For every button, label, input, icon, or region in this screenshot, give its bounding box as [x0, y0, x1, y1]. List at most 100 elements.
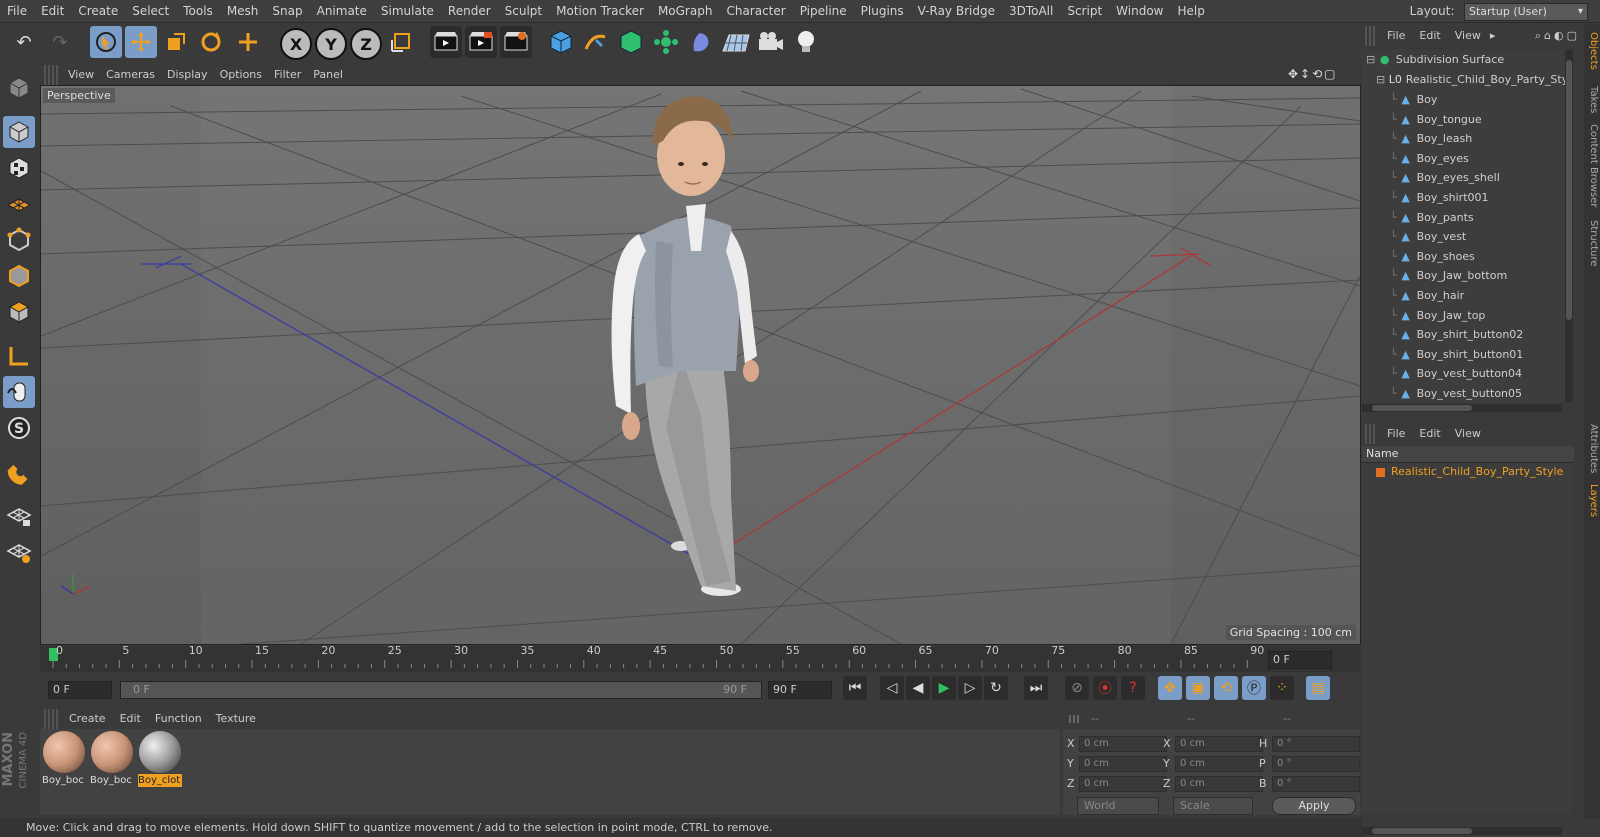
axis-mode-icon[interactable] — [3, 340, 35, 372]
tree-item-object[interactable]: └ ▲ Boy_eyes — [1390, 149, 1469, 169]
snap-mode-icon[interactable]: S — [3, 412, 35, 444]
size-z-field[interactable]: 0 cm — [1175, 776, 1263, 792]
tab-objects[interactable]: Objects — [1585, 32, 1599, 70]
model-mode-icon[interactable] — [3, 116, 35, 148]
tree-item-object[interactable]: └ ▲ Boy — [1390, 90, 1437, 110]
object-menu-file[interactable]: File — [1380, 26, 1412, 46]
end-frame-field[interactable]: 90 F — [768, 681, 832, 699]
rotation-p-field[interactable]: 0 ° — [1272, 756, 1360, 772]
menu-vray-bridge[interactable]: V-Ray Bridge — [911, 0, 1002, 22]
tweak-mode-icon[interactable] — [3, 376, 35, 408]
menu-3dtoall[interactable]: 3DToAll — [1002, 0, 1060, 22]
x-axis-lock[interactable]: X — [280, 28, 312, 60]
redo-icon[interactable]: ↷ — [44, 26, 76, 58]
object-tree-scrollbar[interactable] — [1565, 50, 1573, 402]
tree-item-group[interactable]: ⊟ L0 Realistic_Child_Boy_Party_Style — [1376, 70, 1565, 90]
menu-character[interactable]: Character — [719, 0, 792, 22]
tree-item-object[interactable]: └ ▲ Boy_Jaw_bottom — [1390, 266, 1507, 286]
menu-edit[interactable]: Edit — [34, 0, 71, 22]
scale-icon[interactable] — [160, 26, 192, 58]
size-x-field[interactable]: 0 cm — [1175, 736, 1263, 752]
go-to-end-icon[interactable]: ⏭ — [1024, 676, 1048, 700]
material-swatch[interactable]: Boy_boc — [90, 731, 134, 789]
workplane-mode-icon[interactable] — [3, 188, 35, 220]
position-x-field[interactable]: 0 cm — [1079, 736, 1167, 752]
tree-item-object[interactable]: └ ▲ Boy_shirt_button02 — [1390, 325, 1523, 345]
polygons-mode-icon[interactable] — [3, 296, 35, 328]
tree-item-object[interactable]: └ ▲ Boy_Jaw_top — [1390, 306, 1485, 326]
size-y-field[interactable]: 0 cm — [1175, 756, 1263, 772]
material-menu-edit[interactable]: Edit — [113, 709, 148, 729]
render-picture-viewer-icon[interactable] — [465, 26, 497, 58]
panel-drag-handle[interactable] — [44, 709, 58, 729]
render-view-icon[interactable] — [430, 26, 462, 58]
material-menu-function[interactable]: Function — [148, 709, 209, 729]
viewport-menu-cameras[interactable]: Cameras — [100, 65, 161, 85]
play-forward-icon[interactable]: ▶ — [932, 676, 956, 700]
tree-item-subdivision-surface[interactable]: ⊟ ● Subdivision Surface — [1366, 50, 1504, 70]
timeline-window-icon[interactable]: ▤ — [1306, 676, 1330, 700]
points-mode-icon[interactable] — [3, 224, 35, 256]
current-frame-field[interactable]: 0 F — [1268, 651, 1332, 669]
menu-animate[interactable]: Animate — [310, 0, 374, 22]
key-scale-icon[interactable]: ▣ — [1186, 676, 1210, 700]
record-key-icon[interactable]: ⦿ — [1093, 676, 1117, 700]
workplane-lock-icon[interactable] — [3, 500, 35, 532]
menu-more-arrow-icon[interactable]: ▸ — [1490, 26, 1496, 46]
key-position-icon[interactable]: ✥ — [1158, 676, 1182, 700]
position-y-field[interactable]: 0 cm — [1079, 756, 1167, 772]
edges-mode-icon[interactable] — [3, 260, 35, 292]
z-axis-lock[interactable]: Z — [350, 28, 382, 60]
tree-item-object[interactable]: └ ▲ Boy_pants — [1390, 208, 1474, 228]
menu-simulate[interactable]: Simulate — [374, 0, 441, 22]
panel-drag-handle[interactable] — [1365, 424, 1377, 444]
make-editable-icon[interactable] — [3, 72, 35, 104]
next-key-icon[interactable]: ↻ — [984, 676, 1008, 700]
viewport-camera-label[interactable]: Perspective — [43, 88, 115, 103]
cube-object-icon[interactable] — [545, 26, 577, 58]
perspective-viewport[interactable]: Perspective Grid Spacing : 100 cm — [40, 85, 1361, 645]
coordinate-system-icon[interactable] — [385, 26, 417, 58]
material-swatch[interactable]: Boy_boc — [42, 731, 86, 789]
previous-frame-icon[interactable]: ◀ — [906, 676, 930, 700]
rotation-b-field[interactable]: 0 ° — [1272, 776, 1360, 792]
menu-help[interactable]: Help — [1170, 0, 1211, 22]
enable-snap-icon[interactable] — [3, 456, 35, 488]
previous-key-icon[interactable]: ◁ — [880, 676, 904, 700]
tree-item-object[interactable]: └ ▲ Boy_vest_button05 — [1390, 384, 1522, 402]
auto-key-icon[interactable]: ? — [1121, 676, 1145, 700]
panel-drag-handle[interactable] — [1365, 26, 1377, 46]
live-select-icon[interactable] — [232, 26, 264, 58]
tab-structure[interactable]: Structure — [1585, 220, 1599, 267]
rotation-h-field[interactable]: 0 ° — [1272, 736, 1360, 752]
material-swatch-selected[interactable]: Boy_clot — [138, 731, 182, 789]
tab-attributes[interactable]: Attributes — [1585, 424, 1599, 473]
menu-create[interactable]: Create — [71, 0, 125, 22]
menu-select[interactable]: Select — [125, 0, 176, 22]
object-menu-edit[interactable]: Edit — [1412, 26, 1447, 46]
tree-item-object[interactable]: └ ▲ Boy_hair — [1390, 286, 1464, 306]
cloner-icon[interactable] — [650, 26, 682, 58]
layer-menu-edit[interactable]: Edit — [1412, 424, 1447, 444]
menu-sculpt[interactable]: Sculpt — [498, 0, 549, 22]
key-point-level-icon[interactable]: ⁘ — [1270, 676, 1294, 700]
coordinate-space-dropdown[interactable]: World — [1077, 797, 1159, 815]
object-tree-hscrollbar[interactable] — [1362, 404, 1562, 412]
nurbs-icon[interactable] — [615, 26, 647, 58]
viewport-menu-display[interactable]: Display — [161, 65, 214, 85]
panel-drag-handle[interactable] — [1069, 715, 1079, 723]
menu-snap[interactable]: Snap — [265, 0, 309, 22]
position-z-field[interactable]: 0 cm — [1079, 776, 1167, 792]
go-to-start-icon[interactable]: ⏮ — [843, 676, 867, 700]
tab-takes[interactable]: Takes — [1585, 86, 1599, 113]
undo-icon[interactable]: ↶ — [8, 26, 40, 58]
light-icon[interactable] — [790, 26, 822, 58]
menu-window[interactable]: Window — [1109, 0, 1170, 22]
menu-pipeline[interactable]: Pipeline — [793, 0, 854, 22]
tree-item-object[interactable]: └ ▲ Boy_eyes_shell — [1390, 168, 1500, 188]
rotate-icon[interactable] — [195, 26, 227, 58]
tree-item-object[interactable]: └ ▲ Boy_vest — [1390, 227, 1466, 247]
pen-spline-icon[interactable] — [580, 26, 612, 58]
floor-environment-icon[interactable] — [720, 26, 752, 58]
y-axis-lock[interactable]: Y — [315, 28, 347, 60]
